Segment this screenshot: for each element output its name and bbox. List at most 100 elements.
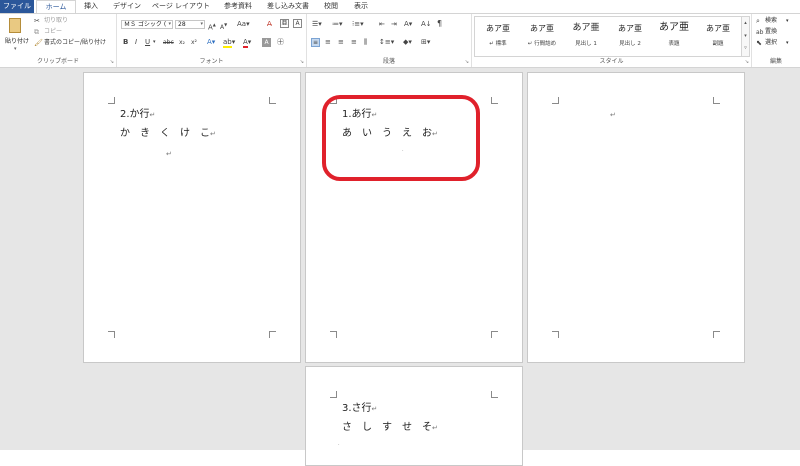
- more-icon[interactable]: ▿: [742, 43, 749, 53]
- font-name-value: ＭＳ ゴシック (: [124, 21, 167, 28]
- bullets-icon[interactable]: ☰▾: [312, 20, 322, 29]
- chevron-down-icon[interactable]: ▾: [153, 38, 156, 47]
- margin-marker: [713, 331, 720, 338]
- align-right-icon[interactable]: ≡: [338, 38, 344, 47]
- page-bottom[interactable]: 3.さ行↵ さ し す せ そ↵ ·: [305, 366, 523, 466]
- phonetic-guide-icon[interactable]: 亜: [280, 19, 289, 28]
- increase-indent-icon[interactable]: ⇥: [391, 20, 397, 29]
- style-heading-2[interactable]: あア亜 見出し 2: [608, 17, 652, 56]
- font-group: ＭＳ ゴシック ( ▾ 28 ▾ A▲ A▼ Aa▾ A̶ 亜 A B I U …: [117, 14, 307, 67]
- tab-view[interactable]: 表示: [348, 0, 374, 13]
- dialog-launcher-icon[interactable]: ↘: [745, 59, 749, 65]
- font-size-combo[interactable]: 28 ▾: [175, 20, 205, 29]
- enclosed-character-icon[interactable]: ㊉: [277, 38, 284, 47]
- style-heading-1[interactable]: あア亜 見出し 1: [564, 17, 608, 56]
- select-button[interactable]: ⬉ 選択 ▾: [756, 39, 800, 48]
- clear-formatting-icon[interactable]: A̶: [267, 20, 272, 29]
- paragraph-mark-icon[interactable]: ¶: [437, 19, 442, 28]
- replace-button-label: 置換: [765, 28, 778, 35]
- page-heading[interactable]: 3.さ行↵: [342, 403, 377, 415]
- find-button[interactable]: ⌕ 検索 ▾: [756, 17, 800, 26]
- grow-font-icon[interactable]: A▲: [208, 20, 216, 32]
- format-painter-button[interactable]: 🖌 書式のコピー/貼り付け: [34, 39, 116, 48]
- align-left-icon[interactable]: ≡: [311, 38, 320, 47]
- chevron-down-icon[interactable]: ▾: [742, 30, 749, 43]
- text-effects-icon[interactable]: A▾: [207, 38, 215, 47]
- dialog-launcher-icon[interactable]: ↘: [110, 59, 114, 65]
- paragraph-group-label: 段落: [382, 58, 395, 65]
- character-shading-icon[interactable]: A: [262, 38, 271, 47]
- style-name: ↵ 標準: [489, 41, 507, 47]
- underline-icon[interactable]: U: [145, 38, 150, 47]
- copy-icon: ⧉: [34, 28, 39, 36]
- paragraph-mark-icon: ·: [338, 442, 340, 448]
- tab-insert[interactable]: 挿入: [78, 0, 104, 13]
- shading-icon[interactable]: ◆▾: [403, 38, 412, 47]
- paste-button[interactable]: 貼り付け ▾: [2, 16, 30, 54]
- chevron-down-icon: ▾: [168, 21, 171, 27]
- paragraph-mark-icon: ↵: [166, 150, 172, 158]
- borders-icon[interactable]: ⊞▾: [421, 38, 430, 47]
- dialog-launcher-icon[interactable]: ↘: [465, 59, 469, 65]
- page-heading-text: 2.か行: [120, 109, 150, 120]
- margin-marker: [552, 97, 559, 104]
- document-area[interactable]: 2.か行↵ か き く け こ↵ ↵ 1.あ行↵ あ い う え お↵ · ↵ …: [0, 68, 800, 466]
- style-normal[interactable]: あア亜 ↵ 標準: [476, 17, 520, 56]
- decrease-indent-icon[interactable]: ⇤: [379, 20, 385, 29]
- italic-icon[interactable]: I: [135, 38, 137, 47]
- subscript-icon[interactable]: x₂: [179, 38, 185, 47]
- asian-layout-icon[interactable]: A▾: [404, 20, 412, 29]
- bold-icon[interactable]: B: [123, 38, 128, 47]
- styles-group-label: スタイル: [599, 58, 624, 65]
- tab-design[interactable]: デザイン: [108, 0, 146, 13]
- tab-page-layout[interactable]: ページ レイアウト: [148, 0, 214, 13]
- search-icon: ⌕: [756, 17, 760, 25]
- page-body-text: か き く け こ: [120, 128, 210, 139]
- font-color-icon[interactable]: A▾: [243, 38, 251, 48]
- tab-mailings[interactable]: 差し込み文書: [262, 0, 314, 13]
- page-left[interactable]: 2.か行↵ か き く け こ↵ ↵: [83, 72, 301, 363]
- align-center-icon[interactable]: ≡: [325, 38, 331, 47]
- ribbon-tab-bar: ファイル ホーム 挿入 デザイン ページ レイアウト 参考資料 差し込み文書 校…: [0, 0, 800, 13]
- dialog-launcher-icon[interactable]: ↘: [300, 59, 304, 65]
- page-middle[interactable]: 1.あ行↵ あ い う え お↵ ·: [305, 72, 523, 363]
- page-heading[interactable]: 2.か行↵: [120, 109, 155, 121]
- chevron-up-icon[interactable]: ▴: [742, 17, 749, 30]
- sort-icon[interactable]: A↓: [421, 20, 432, 29]
- replace-button[interactable]: ab 置換: [756, 28, 800, 37]
- strikethrough-icon[interactable]: abc: [163, 38, 174, 47]
- paintbrush-icon: 🖌: [34, 39, 43, 47]
- enclose-characters-icon[interactable]: A: [293, 19, 302, 28]
- style-gallery-scroll[interactable]: ▴ ▾ ▿: [741, 16, 750, 57]
- change-case-icon[interactable]: Aa▾: [237, 20, 250, 29]
- page-body-line[interactable]: か き く け こ↵: [120, 128, 216, 140]
- margin-marker: [491, 391, 498, 398]
- style-no-spacing[interactable]: あア亜 ↵ 行間詰め: [520, 17, 564, 56]
- tab-references[interactable]: 参考資料: [218, 0, 258, 13]
- tab-file[interactable]: ファイル: [0, 0, 34, 13]
- copy-button[interactable]: ⧉ コピー: [34, 28, 94, 37]
- font-size-value: 28: [178, 21, 186, 28]
- page-body-line[interactable]: さ し す せ そ↵: [342, 422, 438, 434]
- style-subtitle[interactable]: あア亜 副題: [696, 17, 740, 56]
- highlighter-icon[interactable]: ab▾: [223, 38, 235, 48]
- multilevel-list-icon[interactable]: ⁝≡▾: [352, 20, 364, 29]
- tab-home[interactable]: ホーム: [36, 0, 76, 13]
- distributed-icon[interactable]: ⫼: [364, 38, 367, 47]
- font-name-combo[interactable]: ＭＳ ゴシック ( ▾: [121, 20, 173, 29]
- cut-button[interactable]: ✂ 切り取り: [34, 17, 94, 26]
- superscript-icon[interactable]: x²: [191, 38, 197, 47]
- style-name: 見出し 2: [619, 41, 641, 47]
- find-button-label: 検索: [765, 17, 778, 24]
- numbering-icon[interactable]: ≔▾: [332, 20, 343, 29]
- justify-icon[interactable]: ≡: [351, 38, 357, 47]
- red-highlight-annotation: [322, 95, 480, 181]
- page-right[interactable]: ↵: [527, 72, 745, 363]
- style-preview: あア亜: [618, 24, 642, 33]
- tab-review[interactable]: 校閲: [318, 0, 344, 13]
- line-spacing-icon[interactable]: ↕≡▾: [379, 38, 394, 47]
- shrink-font-icon[interactable]: A▼: [220, 20, 227, 32]
- style-preview: あア亜: [486, 24, 510, 33]
- clipboard-icon: [9, 18, 21, 33]
- style-title[interactable]: あア亜 表題: [652, 17, 696, 56]
